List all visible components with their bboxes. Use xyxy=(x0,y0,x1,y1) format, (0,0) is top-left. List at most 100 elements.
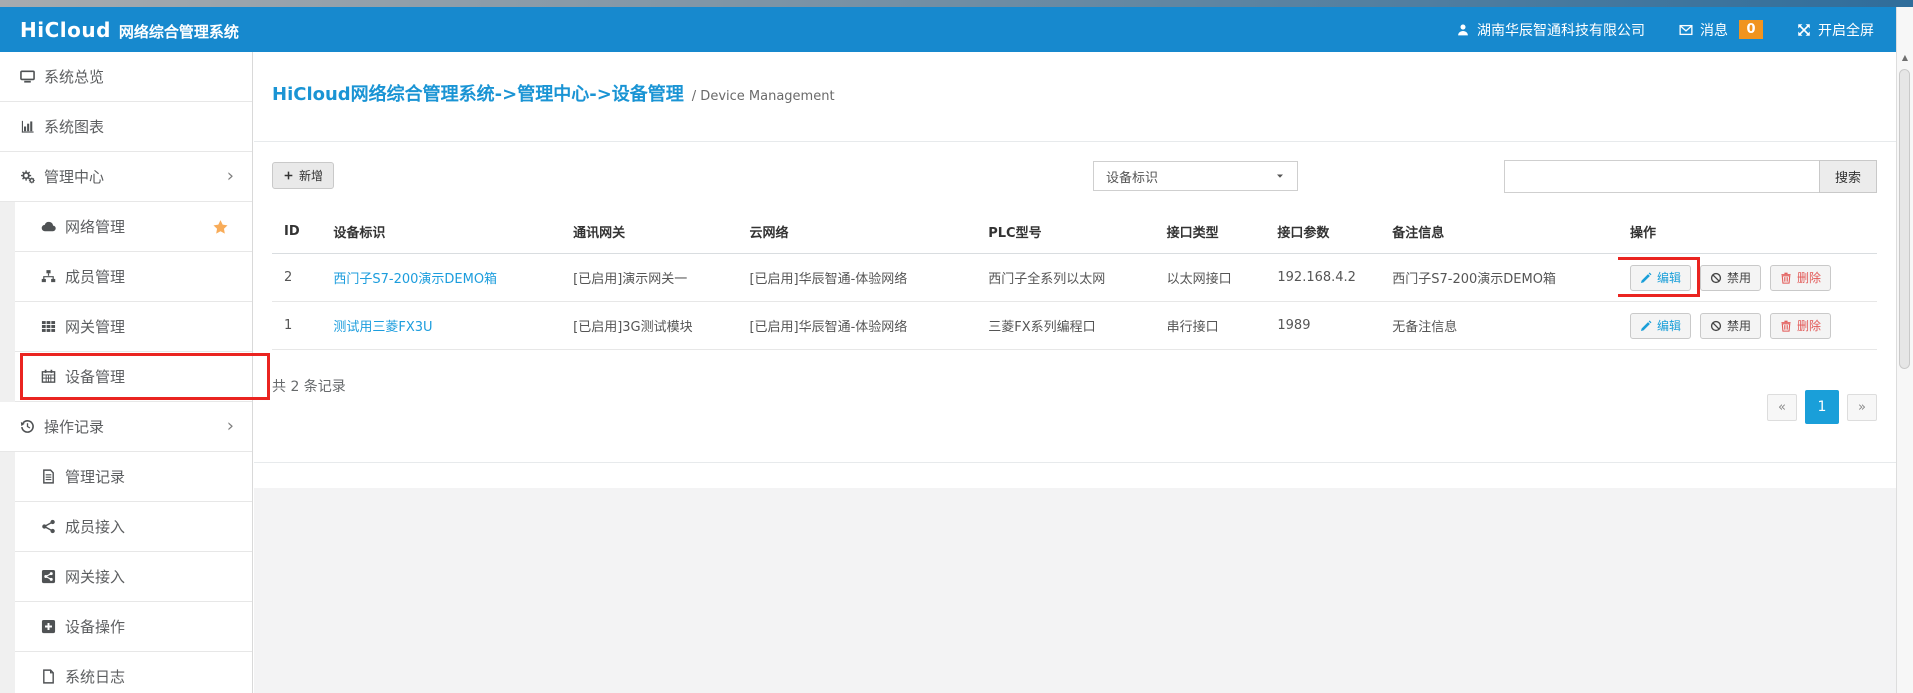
divider-bottom xyxy=(254,462,1896,463)
edit-button-label: 编辑 xyxy=(1657,317,1681,334)
sidebar-item-label: 网关接入 xyxy=(65,566,125,587)
plus-icon xyxy=(283,170,294,181)
chevron-right-icon: › xyxy=(227,415,234,436)
pencil-icon xyxy=(1640,272,1652,284)
messages-count-badge: 0 xyxy=(1739,20,1763,39)
column-header: ID xyxy=(272,210,321,254)
record-count: 共 2 条记录 xyxy=(272,376,346,396)
column-header: 云网络 xyxy=(737,210,976,254)
chart-icon xyxy=(19,119,36,134)
divider-top xyxy=(254,141,1896,142)
user-icon xyxy=(1456,23,1470,37)
breadcrumb-title: HiCloud网络综合管理系统->管理中心->设备管理 xyxy=(272,80,684,106)
sidebar-item-5[interactable]: 成员管理 xyxy=(0,252,252,302)
ban-icon xyxy=(1710,272,1722,284)
scrollbar-thumb[interactable] xyxy=(1899,69,1910,369)
sidebar-item-11[interactable]: 网关接入 xyxy=(0,552,252,602)
favorite-star-icon xyxy=(213,219,228,234)
pagination-page-1-button[interactable]: 1 xyxy=(1805,390,1839,424)
disable-button[interactable]: 禁用 xyxy=(1700,265,1761,291)
app-logo: HiCloud 网络综合管理系统 xyxy=(20,18,239,42)
caret-down-icon xyxy=(1275,171,1285,181)
sidebar-item-label: 系统图表 xyxy=(44,116,104,137)
row-id-container: 2 xyxy=(272,254,321,302)
delete-button-label: 删除 xyxy=(1797,269,1821,286)
sidebar-item-label: 管理中心 xyxy=(44,166,104,187)
sidebar-item-13[interactable]: 系统日志 xyxy=(0,652,252,693)
delete-button[interactable]: 删除 xyxy=(1770,265,1831,291)
interface-param-cell-container: 192.168.4.2 xyxy=(1265,254,1380,302)
column-header: 接口参数 xyxy=(1265,210,1380,254)
filter-field-select[interactable]: 设备标识 xyxy=(1093,161,1298,191)
delete-button[interactable]: 删除 xyxy=(1770,313,1831,339)
remark-cell-container: 无备注信息 xyxy=(1380,302,1618,350)
table-header-row: ID设备标识通讯网关云网络PLC型号接口类型接口参数备注信息操作 xyxy=(272,210,1877,254)
sidebar-item-3[interactable]: 管理中心 › xyxy=(0,152,252,202)
desktop-icon xyxy=(19,69,36,84)
calendar-icon xyxy=(40,369,57,384)
brand-name: HiCloud xyxy=(20,18,111,42)
share-icon xyxy=(40,519,57,534)
sidebar-item-10[interactable]: 成员接入 xyxy=(0,502,252,552)
sidebar-item-label: 管理记录 xyxy=(65,466,125,487)
sidebar-item-7[interactable]: 设备管理 xyxy=(0,352,252,402)
device-name-link[interactable]: 测试用三菱FX3U xyxy=(333,320,432,335)
sidebar-item-4[interactable]: 网络管理 xyxy=(0,202,252,252)
messages-menu[interactable]: 消息 0 xyxy=(1679,20,1763,40)
device-name-link-container: 测试用三菱FX3U xyxy=(321,302,561,350)
search-input[interactable] xyxy=(1504,160,1820,193)
table-row: 2 西门子S7-200演示DEMO箱 [已启用]演示网关一[已启用]华辰智通-体验网… xyxy=(272,254,1877,302)
pagination-prev-button[interactable]: « xyxy=(1767,394,1797,421)
company-name: 湖南华辰智通科技有限公司 xyxy=(1477,20,1645,40)
edit-button[interactable]: 编辑 xyxy=(1630,313,1691,339)
device-name-link[interactable]: 西门子S7-200演示DEMO箱 xyxy=(333,272,497,287)
plc-model-cell-container: 西门子全系列以太网 xyxy=(976,254,1154,302)
interface-type-cell-container: 以太网接口 xyxy=(1155,254,1266,302)
column-header: 设备标识 xyxy=(321,210,561,254)
sidebar-item-label: 系统日志 xyxy=(65,666,125,687)
navbar-right-group: 湖南华辰智通科技有限公司 消息 0 开启全屏 xyxy=(1456,7,1874,52)
chevron-right-icon: › xyxy=(227,165,234,186)
interface-type-cell-container: 串行接口 xyxy=(1155,302,1266,350)
filter-selected-value: 设备标识 xyxy=(1094,167,1275,186)
column-header: PLC型号 xyxy=(976,210,1154,254)
actions-cell: 编辑 禁用 删除 xyxy=(1618,254,1877,302)
sidebar-item-label: 网络管理 xyxy=(65,216,125,237)
edit-button-label: 编辑 xyxy=(1657,269,1681,286)
cloud-icon xyxy=(40,219,57,234)
pencil-icon xyxy=(1640,320,1652,332)
sidebar-item-label: 操作记录 xyxy=(44,416,104,437)
add-button[interactable]: 新增 xyxy=(272,162,334,189)
grid-icon xyxy=(40,319,57,334)
trash-icon xyxy=(1780,272,1792,284)
sidebar-item-6[interactable]: 网关管理 xyxy=(0,302,252,352)
disable-button[interactable]: 禁用 xyxy=(1700,313,1761,339)
vertical-scrollbar[interactable]: ▲ xyxy=(1896,7,1913,693)
gateway-cell-container: [已启用]演示网关一 xyxy=(561,254,737,302)
file-text-icon xyxy=(40,469,57,484)
search-button[interactable]: 搜索 xyxy=(1819,160,1877,193)
pagination-next-button[interactable]: » xyxy=(1847,394,1877,421)
sidebar-item-1[interactable]: 系统总览 xyxy=(0,52,252,102)
app-window: HiCloud 网络综合管理系统 湖南华辰智通科技有限公司 消息 0 开启全屏 … xyxy=(0,0,1913,693)
breadcrumb: HiCloud网络综合管理系统->管理中心->设备管理 / Device Man… xyxy=(272,80,835,106)
window-top-edge xyxy=(0,0,1913,7)
gears-icon xyxy=(19,169,36,184)
sidebar-item-label: 设备操作 xyxy=(65,616,125,637)
row-id-container: 1 xyxy=(272,302,321,350)
edit-button[interactable]: 编辑 xyxy=(1630,265,1691,291)
cloud-network-cell-container: [已启用]华辰智通-体验网络 xyxy=(737,254,976,302)
actions-cell: 编辑 禁用删除 xyxy=(1618,302,1877,350)
interface-param-cell-container: 1989 xyxy=(1265,302,1380,350)
fullscreen-toggle[interactable]: 开启全屏 xyxy=(1797,20,1874,40)
sidebar-item-2[interactable]: 系统图表 xyxy=(0,102,252,152)
column-header: 接口类型 xyxy=(1155,210,1266,254)
sidebar-item-8[interactable]: 操作记录 › xyxy=(0,402,252,452)
sidebar-item-9[interactable]: 管理记录 xyxy=(0,452,252,502)
column-header: 操作 xyxy=(1618,210,1877,254)
scrollbar-up-arrow[interactable]: ▲ xyxy=(1897,53,1913,62)
company-menu[interactable]: 湖南华辰智通科技有限公司 xyxy=(1456,20,1645,40)
sidebar-item-12[interactable]: 设备操作 xyxy=(0,602,252,652)
breadcrumb-subtitle: / Device Management xyxy=(692,89,835,104)
remark-cell-container: 西门子S7-200演示DEMO箱 xyxy=(1380,254,1618,302)
